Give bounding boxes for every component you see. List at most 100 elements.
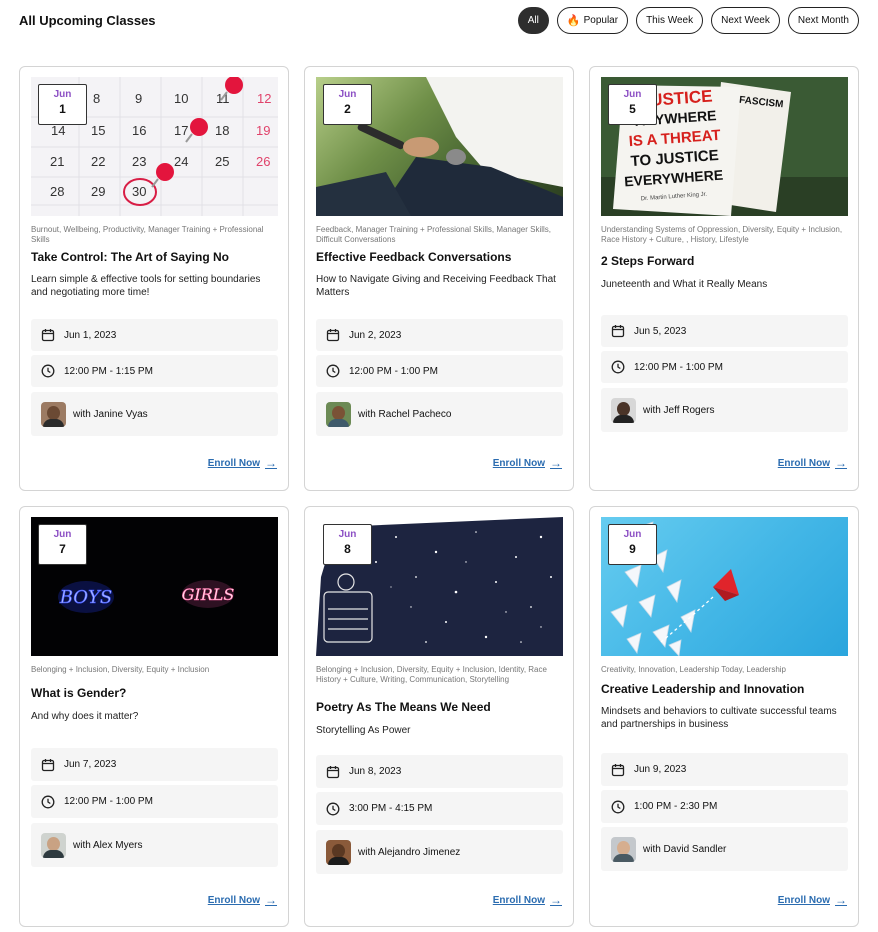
class-tags: Feedback, Manager Training + Professiona… (316, 225, 551, 244)
avatar (41, 401, 66, 427)
class-date-row: Jun 7, 2023 (31, 748, 278, 781)
neon-text: GIRLS (182, 585, 235, 604)
enroll-now-label: Enroll Now (492, 894, 545, 906)
clock-icon (326, 802, 340, 815)
class-date-row: Jun 5, 2023 (601, 315, 848, 347)
class-tags: Belonging + Inclusion, Diversity, Equity… (31, 665, 210, 674)
calendar-number: 15 (91, 123, 105, 138)
enroll-now-link[interactable]: Enroll Now → (778, 456, 847, 470)
filter-all-chip[interactable]: All (517, 7, 549, 34)
avatar (611, 836, 636, 862)
class-card[interactable]: Jun 9 Creativity, Innovation, Leadership… (589, 506, 859, 927)
class-card[interactable]: Jun 8 Belonging + Inclusion, Diversity, … (304, 506, 574, 927)
class-tags: Belonging + Inclusion, Diversity, Equity… (316, 665, 547, 684)
date-badge-day: 9 (629, 542, 636, 556)
clock-icon (326, 364, 340, 378)
filter-popular-label: Popular (583, 15, 619, 26)
class-card[interactable]: BOYS GIRLS Jun 7 Belonging + Inclusion, … (19, 506, 289, 927)
enroll-now-label: Enroll Now (777, 457, 830, 469)
filter-this-week-chip[interactable]: This Week (636, 7, 704, 34)
neon-text: BOYS (59, 587, 113, 608)
filter-next-week-chip[interactable]: Next Week (711, 7, 780, 34)
date-badge-month: Jun (53, 529, 72, 540)
class-subtitle: Juneteenth and What it Really Means (601, 279, 768, 290)
date-badge-month: Jun (623, 89, 642, 100)
class-image-typewriter-stars: Jun 8 (316, 517, 563, 656)
calendar-number: 14 (51, 123, 65, 138)
calendar-icon (41, 329, 55, 342)
class-instructor: with Alex Myers (73, 839, 143, 851)
enroll-now-link[interactable]: Enroll Now → (208, 456, 277, 470)
calendar-number: 19 (256, 123, 270, 138)
avatar (611, 397, 636, 423)
date-badge-day: 8 (344, 542, 351, 556)
class-tags: Burnout, Wellbeing, Productivity, Manage… (31, 225, 264, 244)
class-instructor-row[interactable]: with Rachel Pacheco (316, 392, 563, 436)
calendar-number: 10 (174, 91, 188, 106)
class-card[interactable]: 8 9 10 11 12 14 15 16 17 18 19 21 22 23 … (19, 66, 289, 491)
class-subtitle: Mindsets and behaviors to cultivate succ… (601, 706, 837, 730)
calendar-icon (611, 763, 625, 776)
class-time: 12:00 PM - 1:00 PM (349, 365, 438, 377)
enroll-now-link[interactable]: Enroll Now → (208, 893, 277, 907)
enroll-now-link[interactable]: Enroll Now → (493, 456, 562, 470)
class-card[interactable]: JUSTICE ANYWHERE IS A THREAT TO JUSTICE … (589, 66, 859, 491)
class-instructor: with David Sandler (643, 843, 727, 855)
class-image-calendar: 8 9 10 11 12 14 15 16 17 18 19 21 22 23 … (31, 77, 278, 216)
class-image-neon-signs: BOYS GIRLS Jun 7 (31, 517, 278, 656)
class-instructor-row[interactable]: with Alejandro Jimenez (316, 830, 563, 874)
class-time-row: 12:00 PM - 1:15 PM (31, 355, 278, 387)
date-badge-month: Jun (338, 529, 357, 540)
calendar-number: 30 (132, 184, 146, 199)
class-title: What is Gender? (31, 686, 127, 700)
filter-this-week-label: This Week (646, 15, 694, 26)
calendar-number: 17 (174, 123, 188, 138)
date-badge: Jun 2 (323, 84, 372, 125)
class-instructor: with Jeff Rogers (643, 404, 715, 416)
date-badge: Jun 8 (323, 524, 372, 565)
calendar-icon (611, 325, 625, 338)
class-instructor-row[interactable]: with Janine Vyas (31, 392, 278, 436)
date-badge-month: Jun (53, 89, 72, 100)
date-badge-day: 7 (59, 542, 66, 556)
avatar (41, 832, 66, 858)
flame-icon: 🔥 (566, 15, 581, 27)
class-time-row: 3:00 PM - 4:15 PM (316, 792, 563, 825)
calendar-number: 26 (256, 154, 270, 169)
class-image-protest-sign: JUSTICE ANYWHERE IS A THREAT TO JUSTICE … (601, 77, 848, 216)
calendar-number: 18 (215, 123, 229, 138)
class-instructor-row[interactable]: with David Sandler (601, 827, 848, 871)
filter-popular-chip[interactable]: 🔥 Popular (556, 7, 629, 34)
class-date: Jun 8, 2023 (349, 766, 402, 777)
date-badge-day: 2 (344, 102, 351, 116)
class-instructor: with Janine Vyas (73, 408, 148, 420)
class-title: Poetry As The Means We Need (316, 700, 491, 714)
calendar-number: 28 (50, 184, 64, 199)
arrow-right-icon: → (550, 893, 562, 907)
enroll-now-link[interactable]: Enroll Now → (493, 893, 562, 907)
page-title: All Upcoming Classes (19, 13, 156, 28)
class-date-row: Jun 8, 2023 (316, 755, 563, 788)
calendar-number: 21 (50, 154, 64, 169)
class-date: Jun 7, 2023 (64, 759, 117, 770)
enroll-now-link[interactable]: Enroll Now → (778, 893, 847, 907)
class-instructor-row[interactable]: with Alex Myers (31, 823, 278, 867)
class-card[interactable]: Jun 2 Feedback, Manager Training + Profe… (304, 66, 574, 491)
date-badge-day: 1 (59, 102, 66, 116)
filter-next-week-label: Next Week (721, 15, 770, 26)
calendar-number: 12 (257, 91, 271, 106)
calendar-number: 24 (174, 154, 188, 169)
class-time-row: 12:00 PM - 1:00 PM (31, 785, 278, 818)
filter-all-label: All (527, 15, 539, 26)
calendar-number: 9 (135, 91, 142, 106)
calendar-icon (41, 758, 55, 771)
class-subtitle: And why does it matter? (31, 711, 139, 722)
class-date: Jun 2, 2023 (349, 329, 402, 341)
clock-icon (611, 800, 625, 813)
class-date: Jun 9, 2023 (634, 764, 687, 775)
date-badge-month: Jun (623, 529, 642, 540)
class-instructor-row[interactable]: with Jeff Rogers (601, 388, 848, 432)
class-date-row: Jun 9, 2023 (601, 753, 848, 786)
filter-next-month-chip[interactable]: Next Month (787, 7, 859, 34)
arrow-right-icon: → (835, 893, 847, 907)
